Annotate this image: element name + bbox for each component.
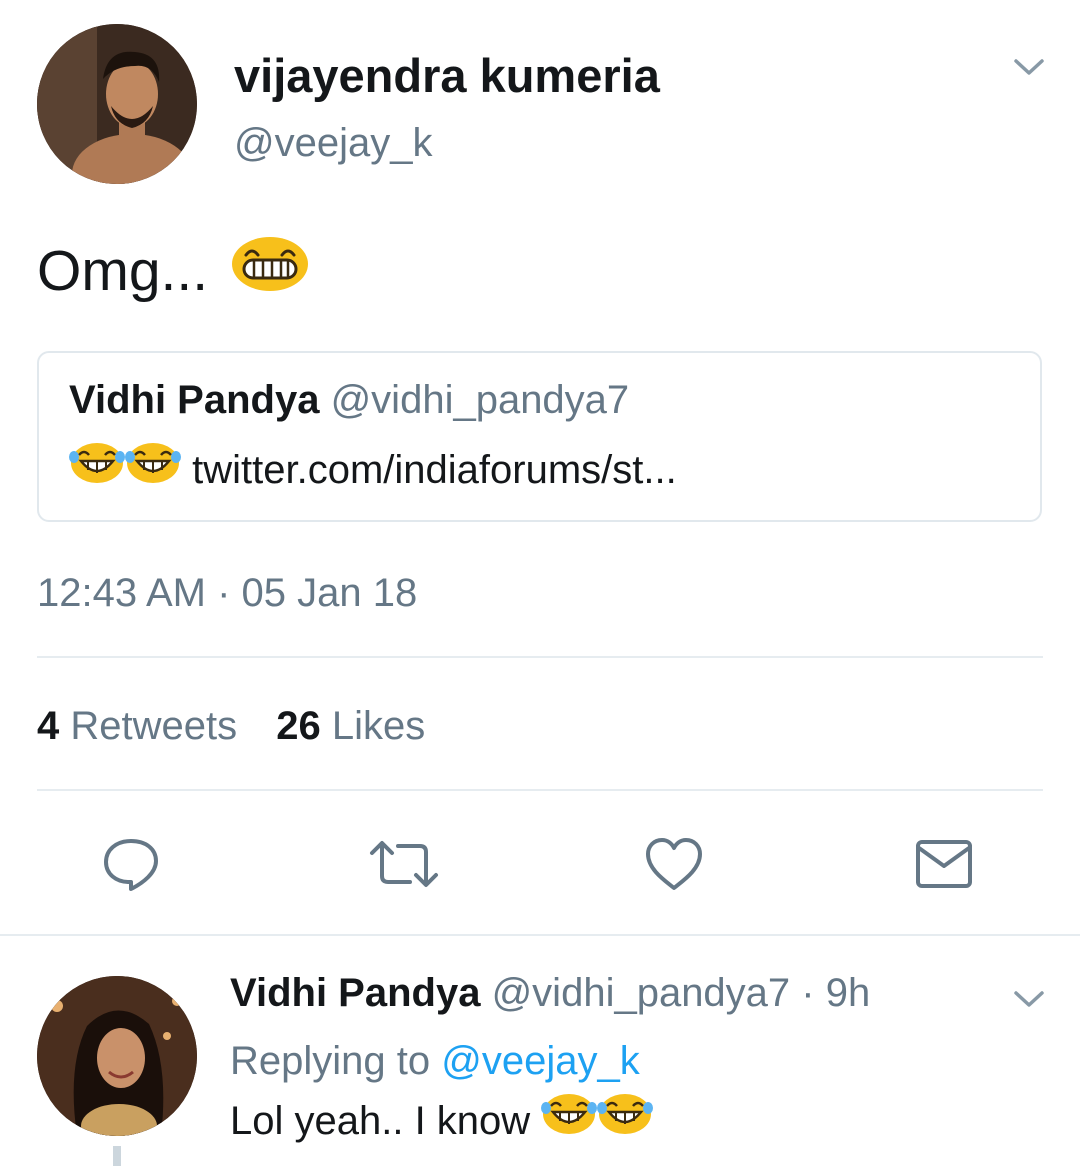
quoted-author-name: Vidhi Pandya	[69, 378, 320, 422]
face-with-tears-of-joy-emoji	[69, 441, 125, 497]
tweet-text: Omg...	[37, 235, 310, 307]
quoted-tweet-header: Vidhi Pandya @vidhi_pandya7	[69, 375, 629, 425]
likes-count: 26	[276, 704, 321, 748]
retweets-count: 4	[37, 704, 60, 748]
reply-icon[interactable]	[101, 836, 161, 892]
like-icon[interactable]	[644, 836, 704, 892]
likes-stat[interactable]: 26 Likes	[276, 704, 425, 748]
retweets-label: Retweets	[70, 704, 238, 748]
tweet-timestamp: 12:43 AM · 05 Jan 18	[37, 571, 418, 615]
reply-header: Vidhi Pandya @vidhi_pandya7 · 9h	[230, 968, 870, 1018]
grinning-face-emoji	[230, 235, 310, 307]
author-handle[interactable]: @veejay_k	[234, 118, 432, 168]
reply-author-name[interactable]: Vidhi Pandya	[230, 971, 480, 1015]
section-divider	[0, 934, 1080, 936]
face-with-tears-of-joy-emoji	[125, 441, 181, 497]
reply-text-content: Lol yeah.. I know	[230, 1099, 531, 1143]
tweet-menu-chevron-icon[interactable]	[1012, 56, 1046, 78]
likes-label: Likes	[331, 704, 426, 748]
direct-message-icon[interactable]	[915, 838, 973, 890]
face-with-tears-of-joy-emoji	[541, 1092, 598, 1148]
quoted-tweet-body: twitter.com/indiaforums/st...	[69, 443, 677, 497]
retweet-icon[interactable]	[368, 838, 440, 890]
reply-text: Lol yeah.. I know	[230, 1094, 654, 1148]
quoted-tweet-link[interactable]: twitter.com/indiaforums/st...	[192, 448, 677, 492]
thread-line	[113, 1146, 121, 1166]
divider	[37, 789, 1043, 791]
reply-author-handle[interactable]: @vidhi_pandya7	[492, 971, 791, 1015]
reply-author-avatar[interactable]	[37, 976, 197, 1136]
author-avatar[interactable]	[37, 24, 197, 184]
divider	[37, 656, 1043, 658]
face-with-tears-of-joy-emoji	[597, 1092, 654, 1148]
tweet-stats: 4 Retweets 26 Likes	[37, 700, 425, 752]
author-name[interactable]: vijayendra kumeria	[234, 48, 660, 104]
replying-to: Replying to @veejay_k	[230, 1036, 640, 1086]
quoted-tweet-card[interactable]: Vidhi Pandya @vidhi_pandya7 twitter.com/…	[37, 351, 1042, 522]
reply-time: · 9h	[801, 971, 871, 1015]
replying-to-label: Replying to	[230, 1039, 431, 1083]
reply-menu-chevron-icon[interactable]	[1012, 988, 1046, 1010]
tweet-text-content: Omg...	[37, 239, 209, 303]
quoted-author-handle: @vidhi_pandya7	[330, 378, 630, 422]
replying-to-handle[interactable]: @veejay_k	[441, 1039, 639, 1083]
retweets-stat[interactable]: 4 Retweets	[37, 704, 248, 748]
